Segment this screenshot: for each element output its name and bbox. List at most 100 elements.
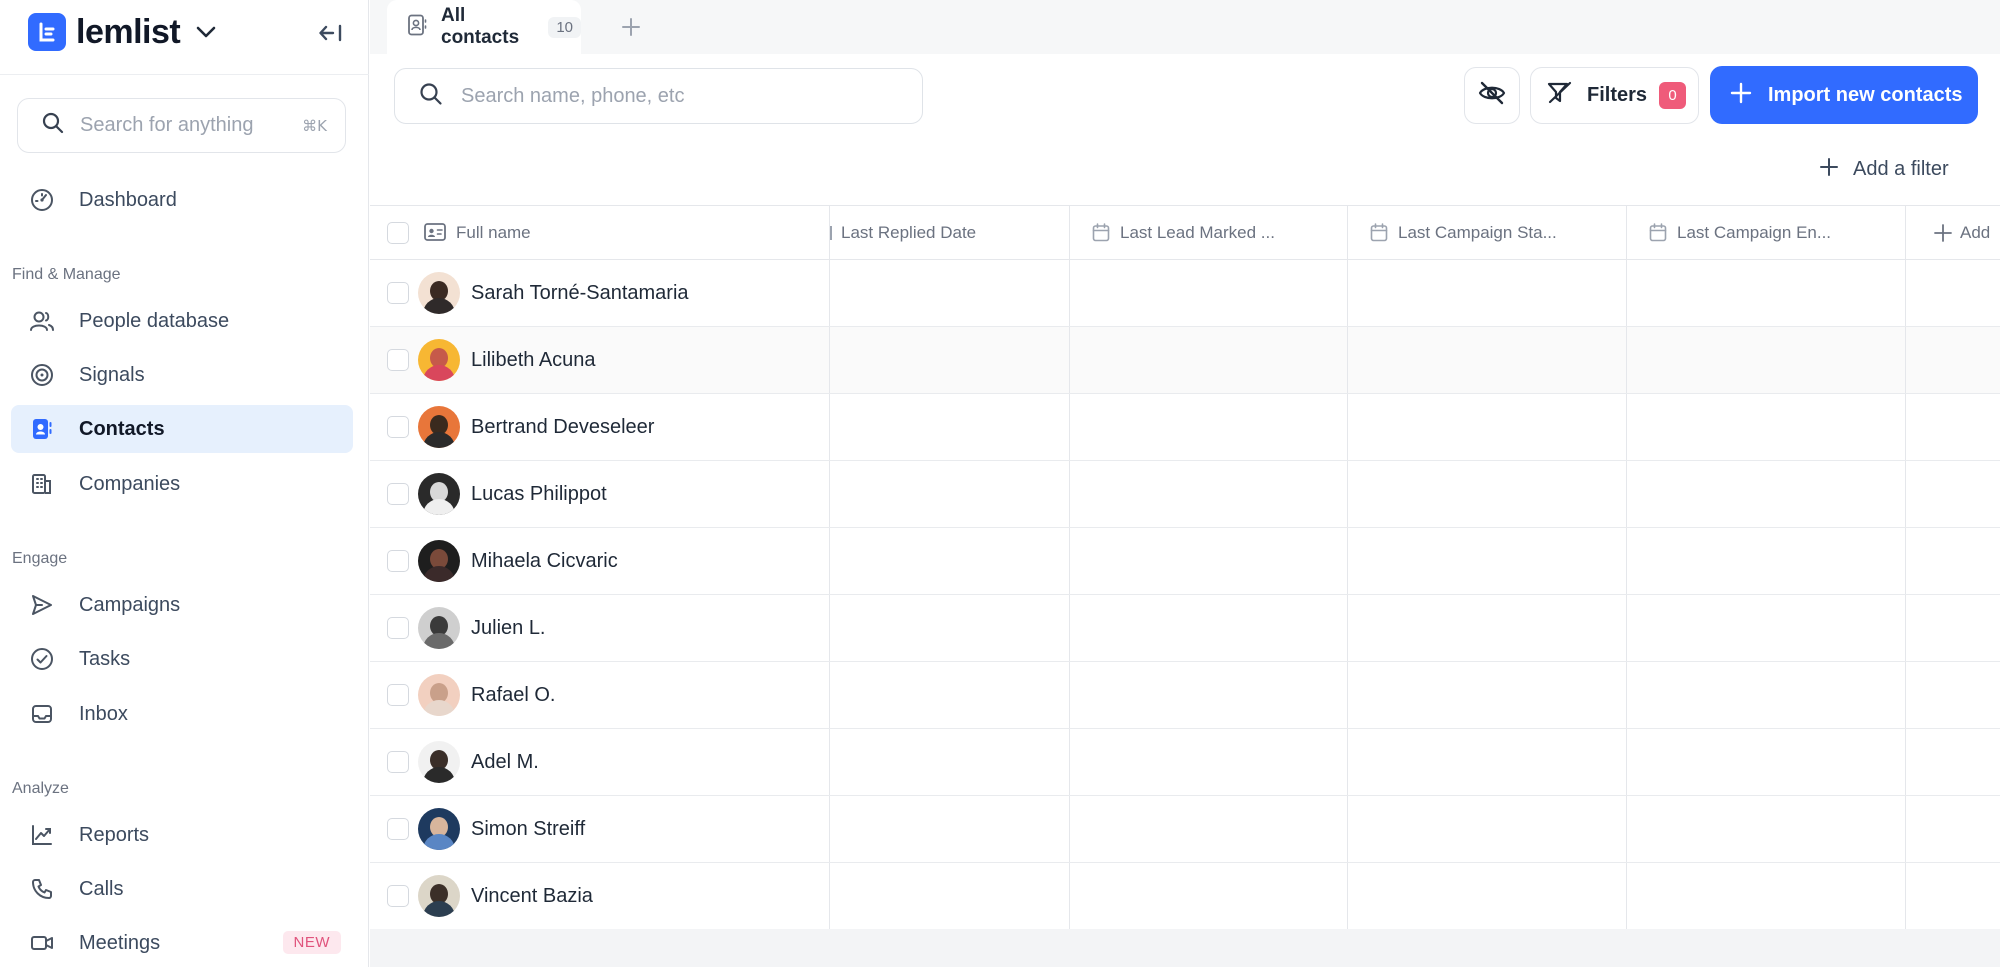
filters-label: Filters (1587, 84, 1648, 106)
row-checkbox[interactable] (387, 483, 409, 505)
name-cell[interactable]: Lucas Philippot (370, 461, 830, 527)
row-checkbox[interactable] (387, 684, 409, 706)
contact-name[interactable]: Mihaela Cicvaric (471, 550, 618, 573)
hide-fields-button[interactable] (1464, 67, 1520, 124)
sidebar-item-campaigns[interactable]: Campaigns (11, 581, 353, 629)
table-row[interactable]: Rafael O. (370, 662, 2000, 729)
select-all-checkbox[interactable] (387, 222, 409, 244)
row-checkbox[interactable] (387, 550, 409, 572)
table-row[interactable]: Lilibeth Acuna (370, 327, 2000, 394)
column-divider (829, 528, 830, 594)
row-checkbox[interactable] (387, 818, 409, 840)
contact-name[interactable]: Vincent Bazia (471, 885, 593, 908)
collapse-sidebar-icon[interactable] (316, 18, 346, 48)
add-column-button[interactable]: Add (1906, 206, 2000, 260)
row-checkbox[interactable] (387, 282, 409, 304)
column-divider (1069, 796, 1070, 862)
column-last-lead-marked[interactable]: Last Lead Marked ... (1070, 206, 1348, 260)
table-row[interactable]: Simon Streiff (370, 796, 2000, 863)
filters-count-badge: 0 (1659, 82, 1687, 109)
name-cell[interactable]: Julien L. (370, 595, 830, 661)
contact-search-input[interactable]: Search name, phone, etc (394, 68, 923, 124)
contact-name[interactable]: Rafael O. (471, 684, 555, 707)
eye-off-icon (1478, 81, 1506, 110)
table-row[interactable]: Julien L. (370, 595, 2000, 662)
chart-line-icon (29, 822, 55, 848)
sidebar-item-signals[interactable]: Signals (11, 351, 353, 399)
import-contacts-button[interactable]: Import new contacts (1710, 66, 1978, 124)
column-last-campaign-end[interactable]: Last Campaign En... (1627, 206, 1906, 260)
sidebar-item-label: Contacts (79, 417, 165, 440)
table-body: Sarah Torné-Santamaria Lilibeth Acuna Bert… (370, 260, 2000, 930)
row-checkbox[interactable] (387, 885, 409, 907)
avatar-body (423, 767, 455, 783)
sidebar-item-people-database[interactable]: People database (11, 297, 353, 345)
column-divider (1069, 595, 1070, 661)
column-last-replied[interactable]: Last Replied Date (830, 206, 1070, 260)
filters-button[interactable]: Filters 0 (1530, 67, 1699, 124)
table-row[interactable]: Lucas Philippot (370, 461, 2000, 528)
table-row[interactable]: Sarah Torné-Santamaria (370, 260, 2000, 327)
table-row[interactable]: Adel M. (370, 729, 2000, 796)
name-cell[interactable]: Mihaela Cicvaric (370, 528, 830, 594)
column-label: Last Lead Marked ... (1120, 223, 1275, 242)
contact-name[interactable]: Lucas Philippot (471, 483, 607, 506)
column-divider (1626, 729, 1627, 795)
contact-name[interactable]: Sarah Torné-Santamaria (471, 282, 689, 305)
sidebar-item-reports[interactable]: Reports (11, 811, 353, 859)
name-cell[interactable]: Bertrand Deveseleer (370, 394, 830, 460)
name-cell[interactable]: Adel M. (370, 729, 830, 795)
row-checkbox[interactable] (387, 617, 409, 639)
contacts-icon (29, 416, 55, 442)
sidebar-item-dashboard[interactable]: Dashboard (11, 176, 353, 224)
table-row[interactable]: Vincent Bazia (370, 863, 2000, 930)
workspace-switcher[interactable]: lemlist (28, 13, 216, 51)
video-icon (29, 930, 55, 956)
tab-all-contacts[interactable]: All contacts 10 (387, 0, 581, 54)
contact-name[interactable]: Julien L. (471, 617, 546, 640)
name-cell[interactable]: Simon Streiff (370, 796, 830, 862)
lemlist-logo-icon (28, 13, 66, 51)
contact-name[interactable]: Lilibeth Acuna (471, 349, 596, 372)
column-divider (1347, 528, 1348, 594)
sidebar-item-companies[interactable]: Companies (11, 460, 353, 508)
avatar (418, 339, 460, 381)
column-divider (1347, 595, 1348, 661)
sidebar-item-meetings[interactable]: Meetings NEW (11, 919, 353, 967)
column-divider (1347, 461, 1348, 527)
row-checkbox[interactable] (387, 416, 409, 438)
avatar (418, 406, 460, 448)
global-search-input[interactable]: Search for anything ⌘K (17, 98, 346, 153)
sidebar-item-tasks[interactable]: Tasks (11, 635, 353, 683)
column-last-campaign-start[interactable]: Last Campaign Sta... (1348, 206, 1627, 260)
add-view-icon[interactable] (616, 12, 646, 42)
column-divider (1347, 796, 1348, 862)
column-divider (1626, 461, 1627, 527)
name-cell[interactable]: Sarah Torné-Santamaria (370, 260, 830, 326)
name-cell[interactable]: Lilibeth Acuna (370, 327, 830, 393)
row-checkbox[interactable] (387, 751, 409, 773)
column-full-name[interactable]: Full name (370, 206, 830, 260)
name-cell[interactable]: Vincent Bazia (370, 863, 830, 929)
sidebar-item-calls[interactable]: Calls (11, 865, 353, 913)
sidebar-item-contacts[interactable]: Contacts (11, 405, 353, 453)
contact-name[interactable]: Adel M. (471, 751, 539, 774)
column-divider (1626, 528, 1627, 594)
contact-name[interactable]: Bertrand Deveseleer (471, 416, 654, 439)
add-filter-button[interactable]: Add a filter (1819, 157, 1949, 182)
column-divider (829, 260, 830, 326)
column-divider (1626, 595, 1627, 661)
column-divider (1626, 394, 1627, 460)
tab-count-badge: 10 (548, 16, 581, 38)
row-checkbox[interactable] (387, 349, 409, 371)
column-label: Last Replied Date (841, 223, 977, 242)
table-row[interactable]: Mihaela Cicvaric (370, 528, 2000, 595)
table-row[interactable]: Bertrand Deveseleer (370, 394, 2000, 461)
chevron-down-icon[interactable] (196, 26, 216, 38)
signals-icon (29, 362, 55, 388)
sidebar-item-inbox[interactable]: Inbox (11, 690, 353, 738)
contacts-table: Full name Last Replied Date Last Lead Ma… (370, 205, 2000, 930)
column-divider (829, 394, 830, 460)
name-cell[interactable]: Rafael O. (370, 662, 830, 728)
contact-name[interactable]: Simon Streiff (471, 818, 585, 841)
